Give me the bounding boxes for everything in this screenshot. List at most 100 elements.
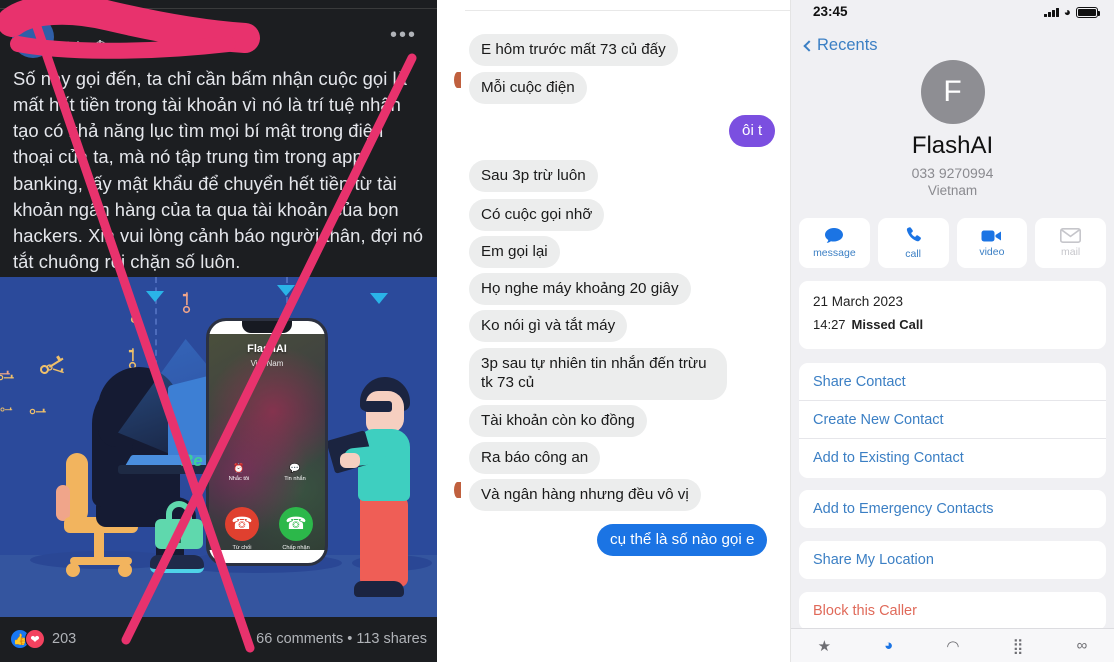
ellipsis-icon[interactable]: •••	[390, 25, 417, 45]
comments-shares-count[interactable]: 66 comments • 113 shares	[256, 631, 427, 647]
chat-bubble-icon: 💬	[289, 463, 301, 473]
key-icon	[182, 305, 191, 314]
cellular-bars-icon	[1044, 7, 1059, 17]
person-head	[366, 391, 404, 433]
triangle-marker-icon	[277, 285, 295, 296]
contact-region: Vietnam	[927, 183, 978, 198]
triangle-marker-icon	[370, 293, 388, 304]
chat-bubble-incoming[interactable]: Mỗi cuộc điện	[469, 72, 587, 105]
key-icon	[29, 408, 46, 415]
share-contact-row[interactable]: Share Contact	[799, 363, 1106, 401]
create-new-contact-row[interactable]: Create New Contact	[799, 401, 1106, 439]
triangle-marker-icon	[146, 291, 164, 302]
call-history-date: 21 March 2023	[813, 294, 904, 309]
call-history-card: 21 March 2023 14:27 Missed Call	[799, 281, 1106, 349]
key-icon	[0, 407, 13, 412]
messenger-chat-panel: E hôm trước mất 73 củ đấy Mỗi cuộc điện …	[437, 0, 791, 662]
person-pants	[360, 495, 408, 587]
sunglasses-icon	[364, 401, 392, 412]
remind-me-label: Nhắc tôi	[228, 476, 250, 482]
call-history-type: Missed Call	[851, 317, 924, 332]
block-this-caller-row[interactable]: Block this Caller	[799, 592, 1106, 630]
heart-icon: ❤	[25, 629, 45, 649]
person-shoe	[354, 581, 404, 597]
contact-number: 033 9270994	[911, 165, 994, 181]
chevron-left-icon	[803, 39, 815, 52]
video-action-button[interactable]: video	[956, 218, 1028, 268]
chair-wheel	[66, 563, 80, 577]
post-timestamp: 1d	[64, 38, 80, 54]
chat-bubble-incoming[interactable]: Ra báo công an	[469, 442, 601, 475]
ios-status-bar: 23:45 ◕	[791, 0, 1114, 26]
keypad-icon[interactable]: ⣿	[1013, 637, 1024, 655]
sender-avatar-sliver	[454, 482, 461, 498]
add-to-emergency-contacts-row[interactable]: Add to Emergency Contacts	[799, 490, 1106, 528]
message-action-label: message	[813, 247, 856, 259]
back-label: Recents	[817, 36, 878, 54]
watermark-text: Be	[181, 451, 203, 470]
add-to-existing-contact-row[interactable]: Add to Existing Contact	[799, 439, 1106, 477]
chat-bubble-incoming[interactable]: E hôm trước mất 73 củ đấy	[469, 34, 678, 67]
chat-bubble-incoming[interactable]: Tài khoản còn ko đồng	[469, 405, 647, 438]
contact-name: FlashAI	[911, 132, 994, 159]
share-my-location-row[interactable]: Share My Location	[799, 541, 1106, 579]
screenshot-canvas: 1d · ••• Số này gọi đến, ta chỉ cần bấm …	[0, 0, 1114, 662]
avatar[interactable]	[12, 16, 54, 58]
chat-bubble-incoming[interactable]: Có cuộc gọi nhỡ	[469, 199, 605, 232]
phone-notch	[242, 321, 292, 333]
incoming-call-phone-mockup: FlashAI Việt Nam ⏰ Nhắc tôi 💬 Tin nhắn ☎…	[206, 318, 328, 566]
chat-bubble-incoming[interactable]: Em gọi lại	[469, 236, 560, 269]
message-action-button[interactable]: message	[799, 218, 870, 268]
battery-full-icon	[1076, 6, 1101, 18]
padlock-icon	[155, 501, 203, 549]
decline-call-button[interactable]: ☎	[225, 507, 259, 541]
message-button[interactable]: 💬 Tin nhắn	[275, 463, 315, 482]
chair-wheel	[118, 563, 132, 577]
post-meta: 1d ·	[64, 38, 108, 54]
decline-label: Từ chối	[232, 545, 252, 551]
key-icon	[0, 374, 14, 381]
chat-bubble-outgoing[interactable]: cụ thể là số nào gọi e	[597, 524, 768, 557]
chat-bubble-incoming[interactable]: Họ nghe máy khoảng 20 giây	[469, 273, 691, 306]
key-icon	[130, 315, 139, 324]
post-body-text: Số này gọi đến, ta chỉ cần bấm nhận cuộc…	[13, 68, 424, 272]
globe-icon	[93, 40, 108, 54]
call-caller-region: Việt Nam	[250, 359, 284, 368]
facebook-post-panel: 1d · ••• Số này gọi đến, ta chỉ cần bấm …	[0, 0, 437, 662]
phone-app-tab-bar: ★ ◕ ◠ ⣿ ∞	[791, 628, 1114, 662]
chat-bubble-incoming[interactable]: Sau 3p trừ luôn	[469, 160, 598, 193]
phone-handset-icon	[906, 227, 921, 242]
chat-bubble-outgoing[interactable]: ôi t	[729, 115, 776, 148]
voicemail-icon[interactable]: ∞	[1077, 637, 1088, 654]
contacts-person-icon[interactable]: ◠	[946, 637, 959, 655]
sender-avatar-sliver	[454, 72, 461, 88]
reaction-count: 203	[52, 631, 77, 647]
message-label: Tin nhắn	[284, 476, 306, 482]
chat-bubble-incoming[interactable]: 3p sau tự nhiên tin nhắn đến trừu tk 73 …	[469, 348, 727, 400]
message-bubble-icon	[825, 228, 844, 243]
contact-options-group-4: Block this Caller	[799, 592, 1106, 630]
call-history-time: 14:27	[813, 317, 846, 332]
mail-action-button: mail	[1035, 218, 1106, 268]
video-action-label: video	[979, 245, 1005, 258]
panel-top-divider	[0, 8, 437, 9]
accept-label: Chấp nhận	[282, 545, 310, 551]
contact-options-group-3: Share My Location	[799, 541, 1106, 579]
remind-me-button[interactable]: ⏰ Nhắc tôi	[219, 463, 259, 482]
chat-bubble-incoming[interactable]: Ko nói gì và tắt máy	[469, 310, 628, 343]
favorites-star-icon[interactable]: ★	[818, 637, 831, 655]
alarm-icon: ⏰	[233, 463, 245, 473]
call-caller-name: FlashAI	[247, 343, 287, 355]
back-to-recents-button[interactable]: Recents	[803, 36, 878, 55]
contact-options-group-2: Add to Emergency Contacts	[799, 490, 1106, 528]
post-header: 1d · •••	[0, 12, 437, 60]
call-action-button[interactable]: call	[877, 218, 949, 268]
chat-bubble-incoming[interactable]: Và ngân hàng nhưng đều vô vị	[469, 479, 701, 512]
video-camera-icon	[981, 230, 1002, 241]
call-history-entry: 14:27 Missed Call	[813, 317, 923, 332]
accept-call-button[interactable]: ☎	[279, 507, 313, 541]
chat-top-divider	[465, 10, 790, 11]
reactions-summary[interactable]: 👍 ❤ 203	[10, 629, 76, 649]
recents-clock-icon[interactable]: ◕	[884, 637, 893, 654]
ios-contact-panel: 23:45 ◕ Recents F FlashAI 033 9270994 Vi…	[791, 0, 1114, 662]
